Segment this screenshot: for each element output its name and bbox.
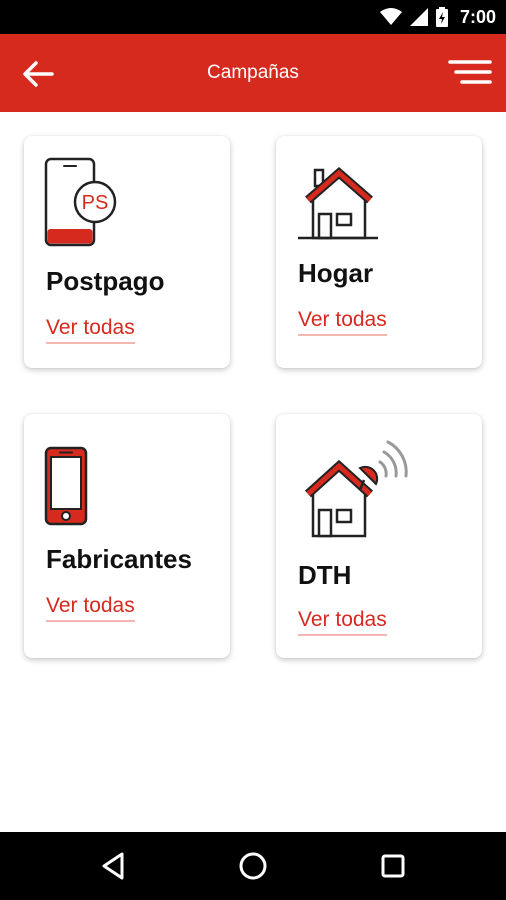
ver-todas-link-fabricantes[interactable]: Ver todas (46, 594, 135, 622)
card-hogar[interactable]: Hogar Ver todas (276, 136, 482, 368)
app-bar: Campañas (0, 34, 506, 112)
nav-back-button[interactable] (96, 848, 132, 884)
ver-todas-link-postpago[interactable]: Ver todas (46, 316, 135, 344)
status-bar: 7:00 (0, 0, 506, 34)
status-icons: 7:00 (379, 0, 496, 34)
navigation-bar (0, 832, 506, 900)
house-icon (298, 167, 378, 240)
wifi-icon (379, 8, 402, 25)
card-title-fabricantes: Fabricantes (46, 544, 192, 574)
phone-ps-icon: PS (44, 157, 117, 247)
card-title-dth: DTH (298, 560, 352, 590)
menu-icon (448, 60, 492, 84)
card-dth[interactable]: DTH Ver todas (276, 414, 482, 658)
house-satellite-icon (304, 440, 408, 538)
ver-todas-link-hogar[interactable]: Ver todas (298, 308, 387, 336)
circle-home-icon (239, 852, 267, 880)
nav-recents-button[interactable] (375, 848, 411, 884)
card-fabricantes[interactable]: Fabricantes Ver todas (24, 414, 230, 658)
signal-icon (409, 8, 428, 26)
battery-icon (435, 7, 448, 27)
card-title-hogar: Hogar (298, 258, 374, 288)
card-postpago[interactable]: PS Postpago Ver todas (24, 136, 230, 368)
triangle-back-icon (102, 852, 124, 880)
card-title-postpago: Postpago (46, 266, 165, 296)
menu-button[interactable] (448, 56, 492, 92)
square-recents-icon (381, 854, 405, 878)
nav-home-button[interactable] (235, 848, 271, 884)
smartphone-icon (44, 446, 88, 526)
status-time: 7:00 (459, 6, 496, 27)
ver-todas-link-dth[interactable]: Ver todas (298, 608, 387, 636)
page-title: Campañas (207, 62, 299, 83)
ps-badge: PS (82, 192, 109, 214)
